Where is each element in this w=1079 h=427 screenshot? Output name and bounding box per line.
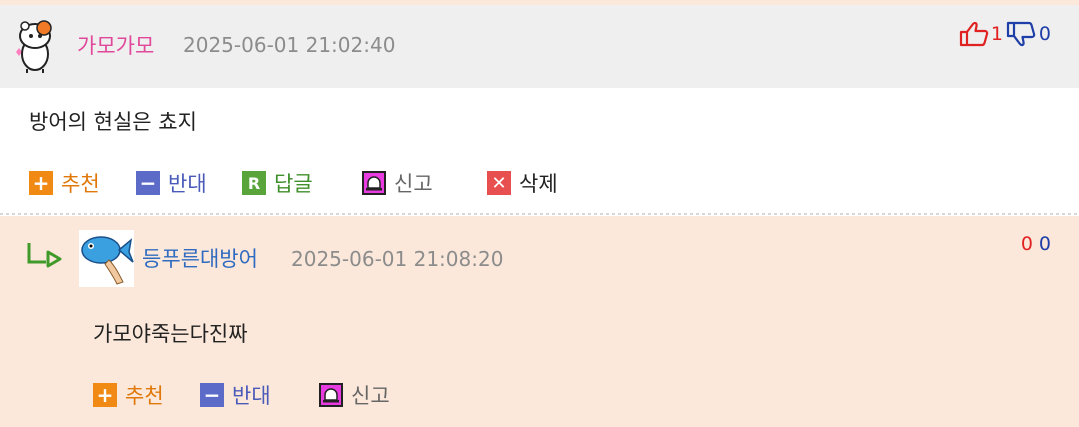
close-icon: ✕ <box>487 171 511 195</box>
recommend-label: 추천 <box>125 384 164 408</box>
reply-votes: 0 0 <box>1019 233 1051 255</box>
likes-count: 1 <box>990 23 1003 45</box>
minus-icon: − <box>136 171 160 195</box>
plus-icon: + <box>93 383 117 407</box>
recommend-button[interactable]: + 추천 <box>29 168 100 198</box>
oppose-button[interactable]: − 반대 <box>136 168 207 198</box>
likes-count: 0 <box>1020 233 1033 255</box>
comment-timestamp: 2025-06-01 21:02:40 <box>183 33 396 57</box>
comment-text: 방어의 현실은 쵸지 <box>29 110 197 134</box>
reply-icon: R <box>242 171 266 195</box>
reply-arrow-icon <box>27 243 62 268</box>
siren-icon <box>319 383 343 407</box>
reply-text: 가모야죽는다진짜 <box>93 322 248 346</box>
report-label: 신고 <box>351 384 390 408</box>
oppose-label: 반대 <box>168 172 207 196</box>
thumbs-down-icon[interactable] <box>1006 21 1036 47</box>
delete-button[interactable]: ✕ 삭제 <box>487 168 558 198</box>
minus-icon: − <box>200 383 224 407</box>
thumbs-up-icon[interactable] <box>959 21 989 47</box>
report-button[interactable]: 신고 <box>362 168 433 198</box>
avatar[interactable] <box>79 230 134 287</box>
reply-label: 답글 <box>274 172 313 196</box>
avatar[interactable] <box>13 14 61 74</box>
dislikes-count: 0 <box>1038 23 1051 45</box>
dislikes-count: 0 <box>1038 233 1051 255</box>
reply-author[interactable]: 등푸른대방어 <box>142 243 258 273</box>
delete-label: 삭제 <box>519 172 558 196</box>
recommend-label: 추천 <box>61 172 100 196</box>
plus-icon: + <box>29 171 53 195</box>
comment-author[interactable]: 가모가모 <box>77 30 154 60</box>
siren-icon <box>362 171 386 195</box>
report-label: 신고 <box>394 172 433 196</box>
oppose-label: 반대 <box>232 384 271 408</box>
recommend-button[interactable]: + 추천 <box>93 380 164 410</box>
report-button[interactable]: 신고 <box>319 380 390 410</box>
reply-timestamp: 2025-06-01 21:08:20 <box>291 247 504 271</box>
comment-votes: 1 0 <box>959 21 1051 47</box>
oppose-button[interactable]: − 반대 <box>200 380 271 410</box>
reply-button[interactable]: R 답글 <box>242 168 313 198</box>
comment-header <box>0 5 1079 88</box>
